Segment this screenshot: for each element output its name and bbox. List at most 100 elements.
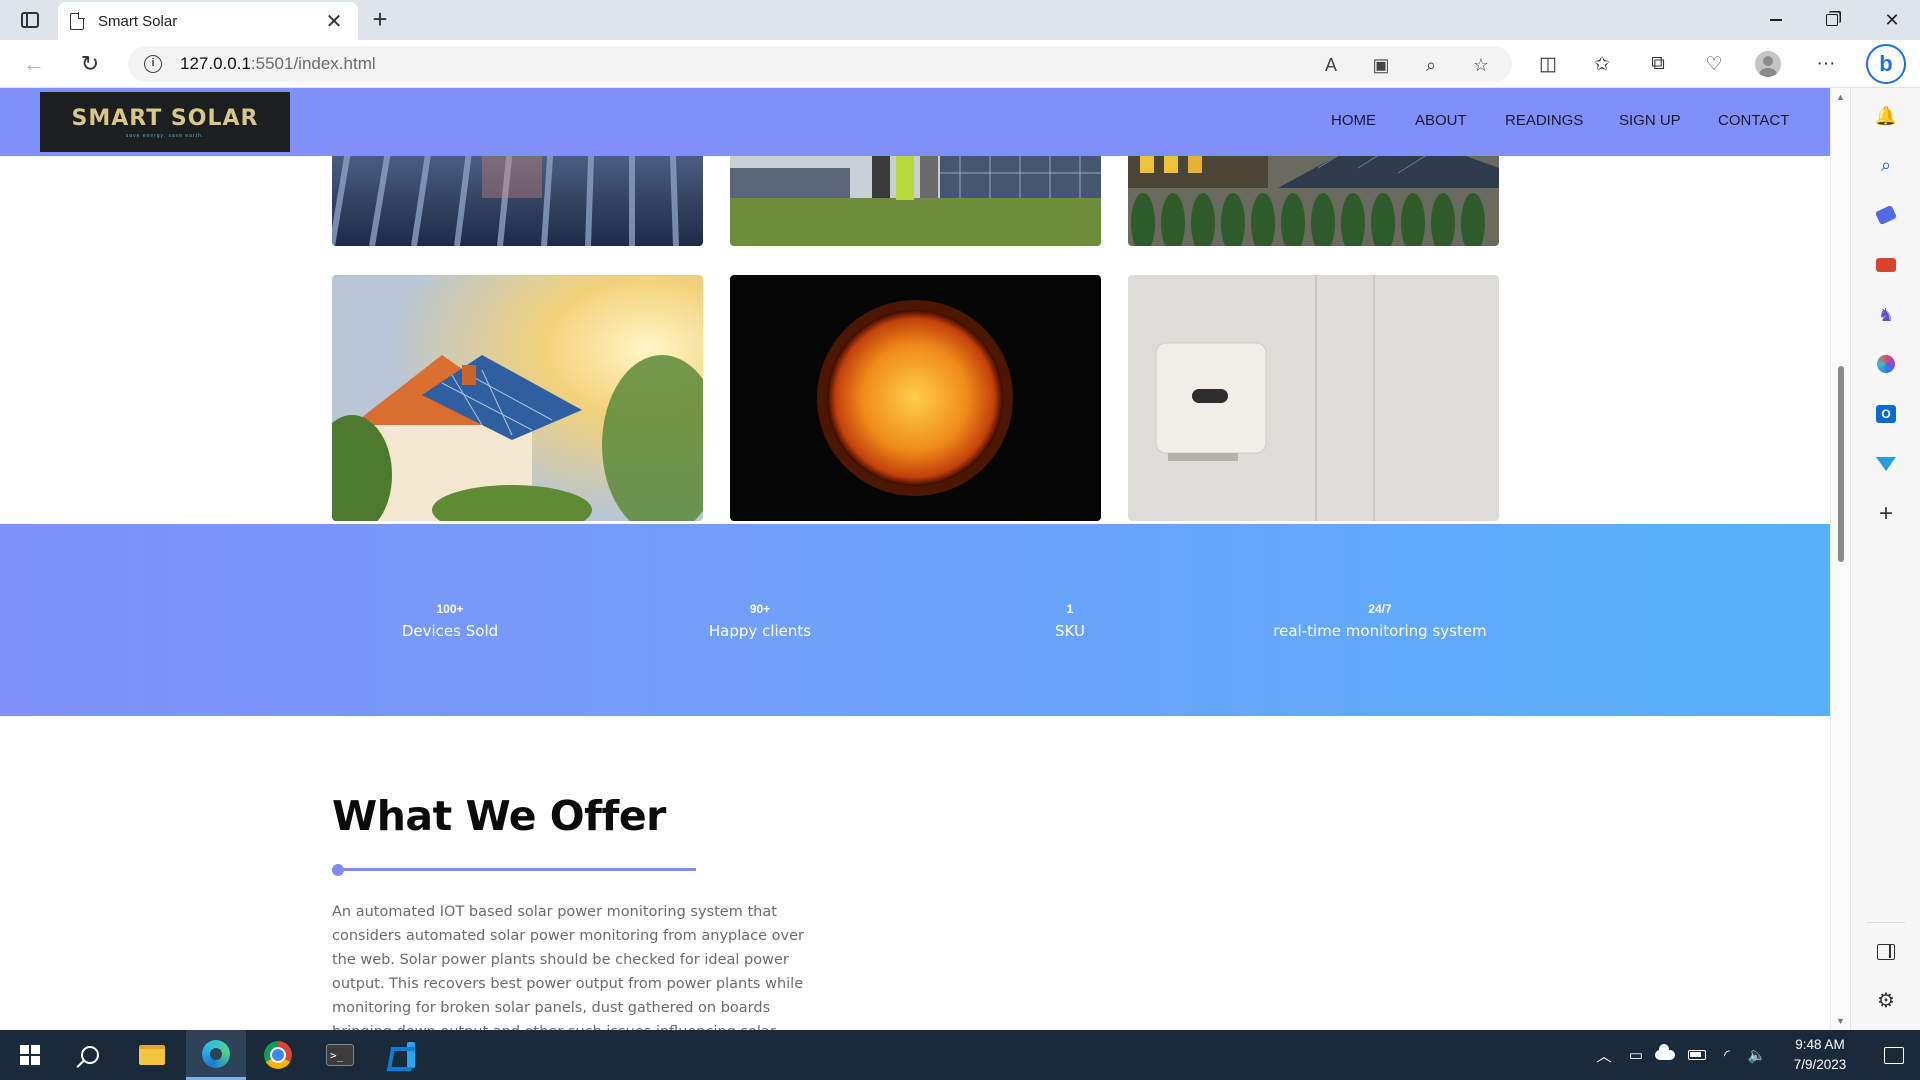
window-minimize-button[interactable]	[1748, 0, 1804, 40]
file-explorer-button[interactable]	[122, 1030, 182, 1080]
taskbar-search-button[interactable]	[60, 1030, 120, 1080]
logo-title: SMART SOLAR	[71, 105, 259, 131]
nav-link-readings[interactable]: READINGS	[1505, 112, 1583, 129]
wifi-icon[interactable]: ◜	[1712, 1030, 1742, 1080]
stat-label: Devices Sold	[401, 622, 499, 640]
read-aloud-icon[interactable]: A	[1320, 54, 1342, 76]
gallery-image-inverter	[1128, 275, 1499, 521]
games-chess-icon[interactable]: ♞	[1874, 303, 1898, 327]
minimize-icon	[1770, 19, 1782, 21]
shopping-tag-icon[interactable]	[1874, 203, 1898, 227]
refresh-button[interactable]: ↻	[74, 48, 106, 80]
stat-label: Happy clients	[708, 622, 812, 640]
chrome-icon	[264, 1041, 292, 1069]
folder-icon	[139, 1045, 165, 1065]
tab-title: Smart Solar	[98, 12, 178, 30]
chrome-taskbar-button[interactable]	[248, 1030, 308, 1080]
vscode-icon	[389, 1042, 415, 1068]
vscode-taskbar-button[interactable]	[372, 1030, 432, 1080]
stat-value: 1	[1066, 602, 1074, 616]
window-close-button[interactable]: ✕	[1864, 0, 1920, 40]
site-logo[interactable]: SMART SOLAR save energy. save earth.	[40, 92, 290, 152]
browser-toolbar: ← ↻ i 127.0.0.1:5501/index.html A ▣ ⌕ ☆ …	[0, 40, 1920, 88]
logo-tagline: save energy. save earth.	[125, 132, 205, 139]
search-icon	[81, 1046, 99, 1064]
scrollbar-thumb[interactable]	[1838, 366, 1844, 562]
browser-tab-strip: Smart Solar ✕ + ✕	[0, 0, 1920, 40]
stat-devices-sold: 100+ Devices Sold	[300, 602, 600, 640]
site-info-icon[interactable]: i	[144, 55, 162, 73]
nav-link-home[interactable]: HOME	[1331, 112, 1376, 129]
stat-sku: 1 SKU	[920, 602, 1220, 640]
tab-actions-button[interactable]	[10, 6, 50, 34]
battery-icon[interactable]	[1682, 1030, 1712, 1080]
address-bar[interactable]: i 127.0.0.1:5501/index.html	[128, 46, 1512, 82]
tools-briefcase-icon[interactable]	[1874, 253, 1898, 277]
bing-copilot-button[interactable]: b	[1866, 44, 1906, 84]
meet-now-icon[interactable]: ▭	[1622, 1030, 1650, 1080]
page-icon	[70, 11, 85, 30]
gallery-image-sun	[730, 275, 1101, 521]
stat-label: real-time monitoring system	[1273, 622, 1487, 640]
immersive-reader-icon[interactable]: ▣	[1370, 54, 1392, 76]
tab-close-button[interactable]: ✕	[322, 9, 346, 34]
drop-send-icon[interactable]	[1874, 452, 1898, 476]
sidebar-divider	[1867, 922, 1905, 923]
add-sidebar-app-icon[interactable]: +	[1874, 500, 1898, 527]
nav-link-signup[interactable]: SIGN UP	[1619, 112, 1681, 129]
clock-date: 7/9/2023	[1793, 1057, 1847, 1072]
nav-link-about[interactable]: ABOUT	[1415, 112, 1467, 129]
browser-essentials-icon[interactable]: ♡	[1698, 48, 1730, 80]
nav-link-contact[interactable]: CONTACT	[1718, 112, 1789, 129]
scroll-down-arrow-icon[interactable]: ▼	[1836, 1016, 1845, 1026]
terminal-taskbar-button[interactable]: >_	[310, 1030, 370, 1080]
show-hidden-icons-chevron-icon[interactable]: ︿	[1590, 1030, 1618, 1080]
favorites-icon[interactable]: ✩	[1586, 48, 1618, 80]
sidebar-settings-gear-icon[interactable]: ⚙	[1874, 988, 1898, 1012]
hide-sidebar-icon[interactable]	[1874, 940, 1898, 964]
stat-value: 90+	[749, 602, 771, 616]
url-host: 127.0.0.1	[180, 54, 251, 73]
zoom-icon[interactable]: ⌕	[1420, 54, 1442, 76]
stat-label: SKU	[1055, 622, 1085, 640]
volume-speaker-icon[interactable]: 🔈	[1742, 1030, 1772, 1080]
onedrive-cloud-icon[interactable]	[1650, 1030, 1680, 1080]
start-button[interactable]	[0, 1030, 60, 1080]
offer-description: An automated IOT based solar power monit…	[332, 904, 804, 1030]
page-scrollbar[interactable]: ▲ ▼	[1830, 88, 1850, 1030]
edge-sidebar: 🔔 ⌕ ♞ O + ⚙	[1850, 88, 1920, 1030]
terminal-icon: >_	[326, 1044, 354, 1066]
windows-taskbar: >_ ︿ ▭ ◜ 🔈 9:48 AM 7/9/2023	[0, 1030, 1920, 1080]
stat-monitoring: 24/7 real-time monitoring system	[1230, 602, 1530, 640]
more-options-icon[interactable]: ···	[1810, 48, 1842, 80]
gallery-image-house-sunlight	[332, 275, 703, 521]
stat-value: 100+	[436, 602, 464, 616]
microsoft-365-icon[interactable]	[1874, 352, 1898, 376]
offer-divider-dot	[332, 864, 344, 876]
windows-logo-icon	[20, 1045, 40, 1065]
notification-center-icon[interactable]	[1868, 1030, 1920, 1080]
profile-button[interactable]	[1752, 48, 1784, 80]
url-path: :5501/index.html	[250, 54, 376, 73]
split-screen-icon[interactable]: ◫	[1532, 48, 1564, 80]
taskbar-clock[interactable]: 9:48 AM 7/9/2023	[1772, 1030, 1868, 1080]
favorite-star-icon[interactable]: ☆	[1470, 54, 1492, 76]
back-button[interactable]: ←	[18, 48, 50, 80]
offer-heading: What We Offer	[332, 792, 666, 840]
offer-divider	[332, 868, 696, 871]
avatar	[1755, 51, 1781, 77]
stat-value: 24/7	[1368, 602, 1392, 616]
window-restore-button[interactable]	[1804, 0, 1860, 40]
edge-icon	[202, 1039, 230, 1068]
notifications-bell-icon[interactable]: 🔔	[1874, 104, 1898, 128]
new-tab-button[interactable]: +	[366, 6, 394, 34]
sidebar-search-icon[interactable]: ⌕	[1874, 153, 1898, 177]
edge-taskbar-button[interactable]	[186, 1030, 246, 1080]
page-viewport: SMART SOLAR save energy. save earth. HOM…	[0, 88, 1830, 1030]
tab-actions-icon	[21, 12, 39, 28]
browser-tab-active[interactable]: Smart Solar ✕	[58, 2, 358, 40]
scroll-up-arrow-icon[interactable]: ▲	[1836, 92, 1845, 102]
restore-icon	[1826, 14, 1838, 26]
outlook-icon[interactable]: O	[1874, 402, 1898, 426]
collections-icon[interactable]: ⧉	[1642, 48, 1674, 80]
